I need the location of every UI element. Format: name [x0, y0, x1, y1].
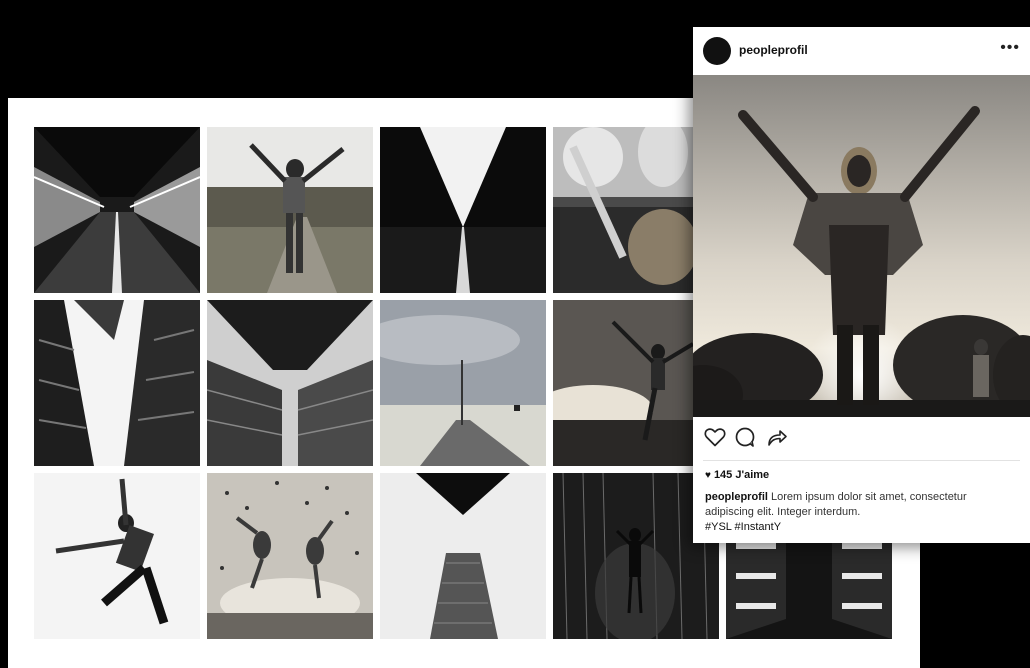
post-divider — [703, 460, 1020, 461]
grid-photo-skyscraper[interactable] — [380, 473, 546, 639]
caption-hashtags[interactable]: #YSL #InstantY — [705, 520, 1015, 535]
caption-username[interactable]: peopleprofil — [705, 491, 768, 503]
post-header: peopleprofil ••• — [693, 27, 1030, 75]
grid-photo-buildings-up[interactable] — [34, 300, 200, 466]
more-options-icon[interactable]: ••• — [1000, 39, 1020, 57]
heart-icon[interactable] — [703, 425, 727, 449]
grid-photo-towers[interactable] — [207, 300, 373, 466]
grid-photo-birds-jump[interactable] — [207, 473, 373, 639]
post-username[interactable]: peopleprofil — [739, 43, 808, 57]
grid-photo-field-arms[interactable] — [207, 127, 373, 293]
small-heart-icon: ♥ — [705, 470, 711, 481]
grid-photo-forest-road[interactable] — [380, 127, 546, 293]
avatar[interactable] — [703, 37, 731, 65]
post-card: peopleprofil ••• ♥ 145 J'aime peopleprof… — [693, 27, 1030, 543]
grid-photo-crossroad[interactable] — [380, 300, 546, 466]
post-caption: peopleprofil Lorem ipsum dolor sit amet,… — [705, 490, 1015, 535]
comment-icon[interactable] — [733, 425, 757, 449]
share-icon[interactable] — [765, 425, 789, 449]
likes-count[interactable]: ♥ 145 J'aime — [705, 469, 769, 481]
grid-photo-dancer[interactable] — [34, 473, 200, 639]
post-image[interactable] — [693, 75, 1030, 417]
grid-photo-tunnel[interactable] — [34, 127, 200, 293]
post-actions — [703, 425, 903, 451]
likes-label: 145 J'aime — [713, 469, 770, 481]
